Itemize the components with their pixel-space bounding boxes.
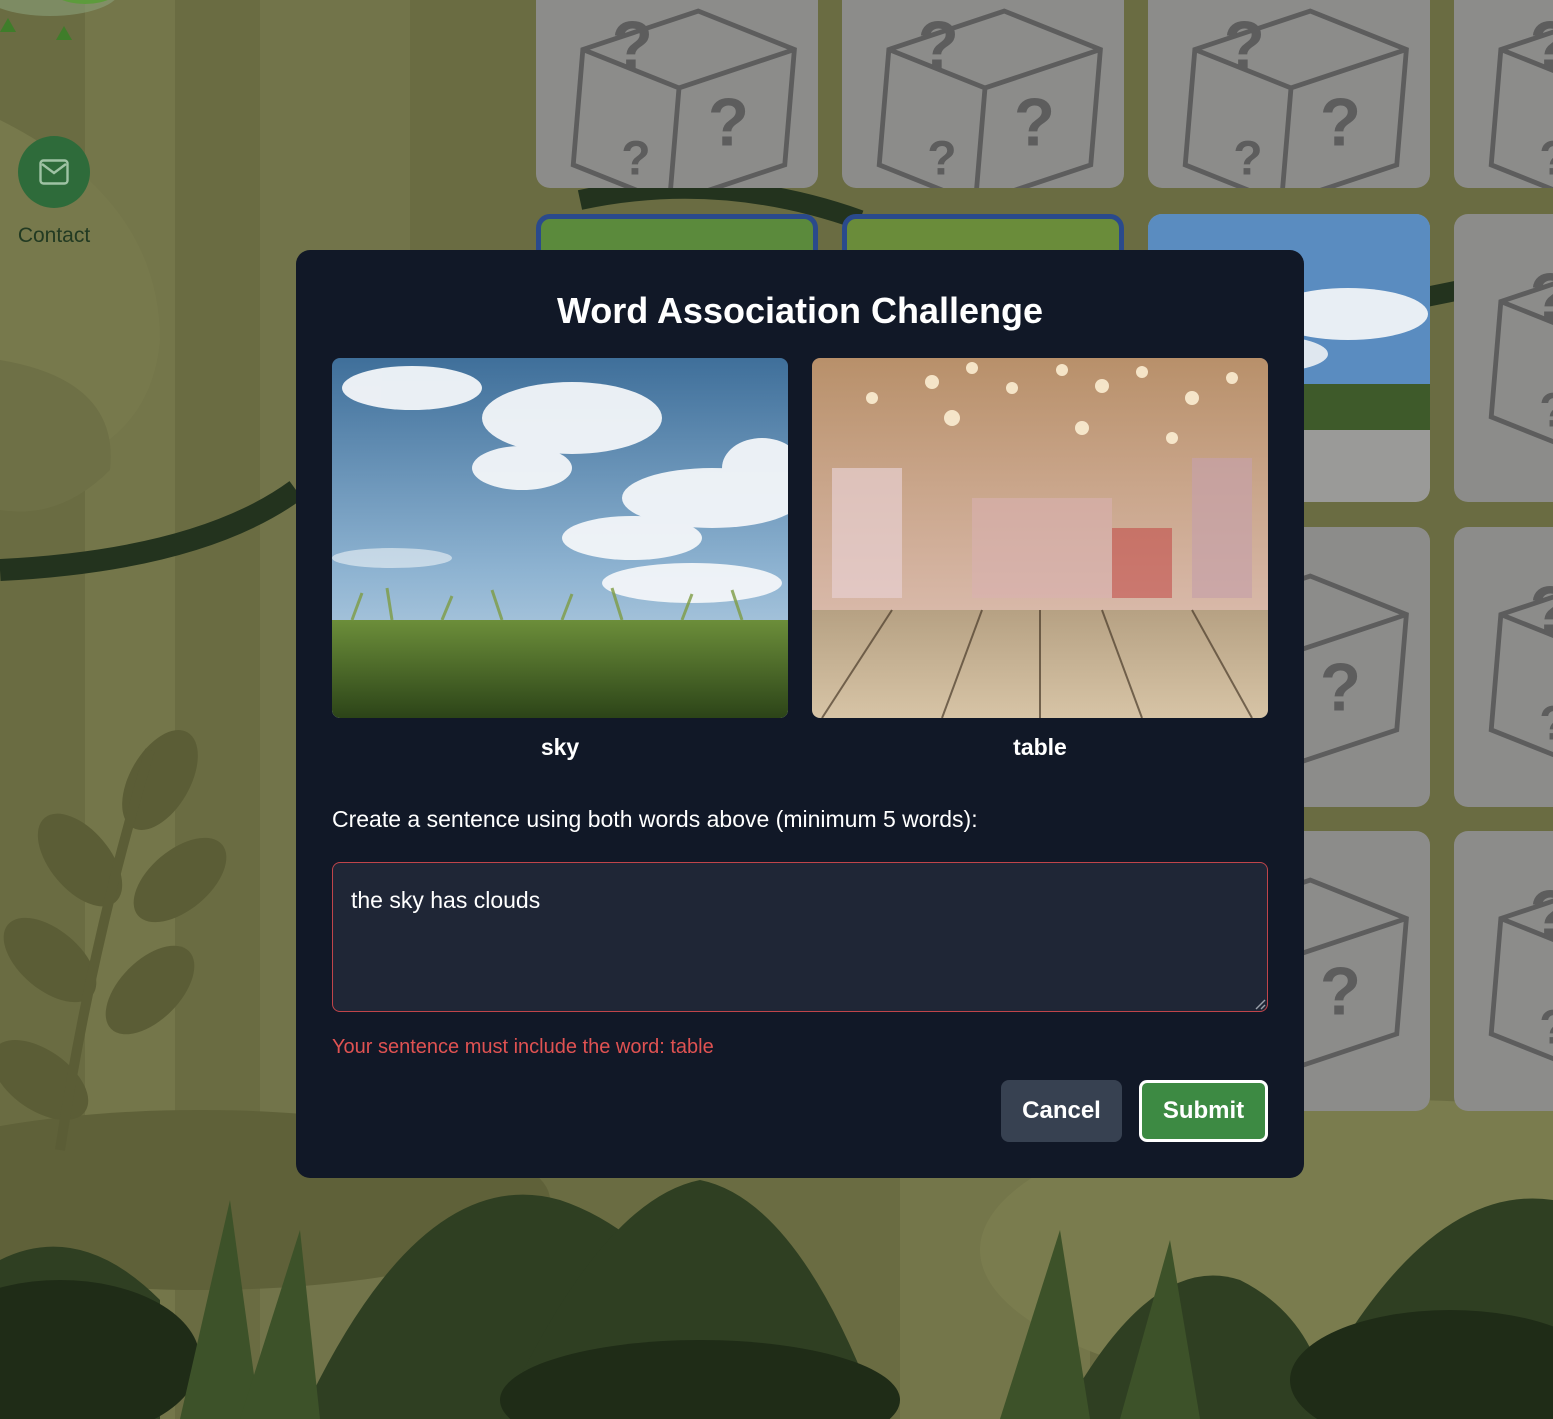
dice-icon bbox=[554, 0, 804, 188]
dice-icon bbox=[1472, 851, 1553, 1111]
memory-card[interactable] bbox=[842, 0, 1124, 188]
sidebar-item-contact[interactable]: Contact bbox=[18, 136, 90, 248]
frog-mascot bbox=[0, 0, 115, 40]
memory-card[interactable] bbox=[1148, 0, 1430, 188]
dice-icon bbox=[1472, 234, 1553, 494]
memory-card[interactable] bbox=[536, 0, 818, 188]
memory-card[interactable] bbox=[1454, 527, 1553, 807]
sentence-input[interactable] bbox=[332, 862, 1268, 1012]
submit-button[interactable]: Submit bbox=[1139, 1080, 1268, 1142]
validation-error: Your sentence must include the word: tab… bbox=[332, 1036, 714, 1058]
word-label-table: table bbox=[1013, 734, 1067, 760]
word-label-sky: sky bbox=[540, 734, 580, 760]
memory-card[interactable] bbox=[1454, 831, 1553, 1111]
dice-icon bbox=[1166, 0, 1416, 188]
mail-icon bbox=[39, 159, 69, 185]
cancel-button[interactable]: Cancel bbox=[1001, 1080, 1122, 1142]
modal-title: Word Association Challenge bbox=[556, 290, 1044, 331]
sky-image bbox=[332, 358, 788, 718]
sentence-prompt: Create a sentence using both words above… bbox=[332, 806, 978, 832]
dice-icon bbox=[860, 0, 1110, 188]
table-image bbox=[812, 358, 1268, 718]
contact-label: Contact bbox=[17, 224, 91, 247]
memory-card[interactable] bbox=[1454, 214, 1553, 502]
memory-card[interactable] bbox=[1454, 0, 1553, 188]
contact-button[interactable] bbox=[18, 136, 90, 208]
resize-handle-icon[interactable] bbox=[1254, 998, 1266, 1010]
dice-icon bbox=[1472, 0, 1553, 188]
dice-icon bbox=[1472, 547, 1553, 807]
word-association-modal: Word Association Challenge sky table Cre… bbox=[296, 250, 1304, 1178]
